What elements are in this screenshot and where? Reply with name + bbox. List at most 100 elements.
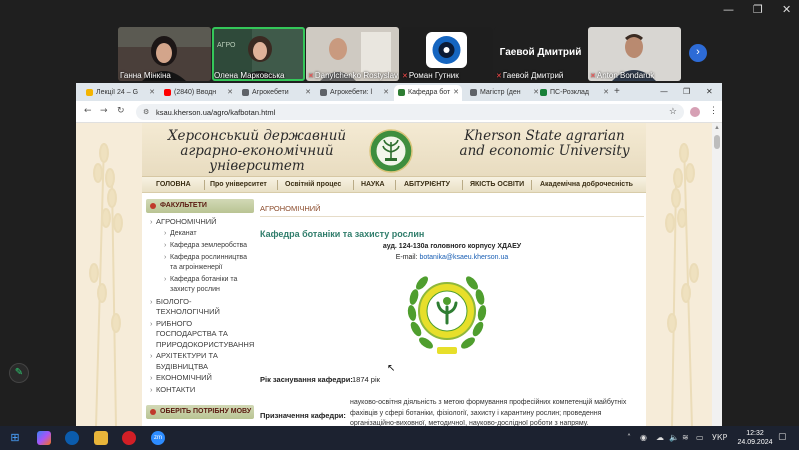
scrollbar-thumb[interactable] [714, 135, 720, 149]
menu-kebab-icon[interactable]: ⋮ [709, 105, 718, 116]
language-indicator[interactable]: УКР [712, 433, 727, 442]
participant-tile[interactable]: ✕Danylchenko Rostyslav [306, 27, 399, 81]
language-section-title[interactable]: ОБЕРІТЬ ПОТРІБНУ МОВУ [146, 405, 254, 419]
close-tab-icon[interactable]: ✕ [383, 88, 389, 96]
faculty-list: АГРОНОМІЧНИЙ Деканат Кафедра землеробств… [146, 213, 254, 400]
scroll-up-icon[interactable]: ▲ [714, 125, 720, 131]
close-button[interactable]: ✕ [782, 4, 791, 16]
nav-item-integrity[interactable]: Академічна доброчесність [540, 181, 633, 188]
reload-icon[interactable]: ↻ [117, 106, 125, 116]
sidebar-subitem-crops[interactable]: Кафедра рослинництва та агроінженерії [146, 253, 254, 273]
tab-favicon-icon [540, 89, 547, 96]
sidebar-item-biotech[interactable]: БІОЛОГО-ТЕХНОЛОГІЧНИЙ [146, 297, 254, 318]
forward-arrow-icon[interactable]: → [100, 106, 108, 116]
site-header: Херсонський державний аграрно-економічни… [142, 123, 646, 177]
page-scrollbar[interactable]: ▲ [712, 123, 722, 427]
page-viewport: Херсонський державний аграрно-економічни… [76, 123, 722, 427]
participant-tile[interactable]: ✕Роман Гутник [400, 27, 493, 81]
participant-tile[interactable]: Ганна Мінкіна [118, 27, 211, 81]
sidebar-item-agronomy[interactable]: АГРОНОМІЧНИЙ [146, 217, 254, 228]
university-seal-logo[interactable] [367, 128, 415, 174]
mic-muted-icon: ✕ [496, 73, 502, 80]
participant-name: ✕Роман Гутник [402, 71, 459, 80]
profile-avatar[interactable] [690, 107, 700, 117]
cloud-icon[interactable]: ☁ [656, 433, 664, 442]
windows-taskbar: ⊞ zm ˄ ◉ ☁ 🔈 ≋ ▭ УКР 12:32 24.09.2024 ▢ [0, 426, 799, 450]
tab-favicon-icon [242, 89, 249, 96]
nav-item-applicant[interactable]: АБІТУРІЄНТУ [404, 181, 450, 188]
sidebar-item-fisheries[interactable]: РИБНОГО ГОСПОДАРСТВА ТА ПРИРОДОКОРИСТУВА… [146, 319, 254, 351]
nav-item-home[interactable]: ГОЛОВНА [156, 181, 191, 188]
close-tab-icon[interactable]: ✕ [603, 88, 609, 96]
wheat-decoration-right [665, 142, 699, 427]
copilot-icon[interactable] [37, 431, 51, 445]
participant-big-name: Гаевой Дмитрий [499, 47, 582, 58]
clock-time: 12:32 [746, 430, 764, 437]
sidebar-item-architecture[interactable]: АРХІТЕКТУРИ ТА БУДІВНИЦТВА [146, 351, 254, 372]
nav-item-science[interactable]: НАУКА [361, 181, 385, 188]
sidebar-subitem-dean[interactable]: Деканат [146, 229, 254, 239]
battery-icon[interactable]: ▭ [696, 433, 704, 442]
minimize-button[interactable]: — [723, 4, 734, 16]
nav-divider [395, 180, 396, 190]
participant-tile[interactable]: Гаевой Дмитрий ✕Гаевой Дмитрий [494, 27, 587, 81]
browser-tab[interactable]: ПС-Розклад ✕ [536, 85, 612, 101]
url-text[interactable]: ksau.kherson.ua/agro/kafbotan.html [156, 108, 275, 117]
sidebar-subitem-botany[interactable]: Кафедра ботаніки та захисту рослин [146, 275, 254, 295]
participant-tile[interactable]: ✕Anton Bondaruk [588, 27, 681, 81]
divider [260, 216, 644, 217]
sidebar-item-economics[interactable]: ЕКОНОМІЧНИЙ [146, 373, 254, 384]
close-tab-icon[interactable]: ✕ [227, 88, 233, 96]
participant-name: Ганна Мінкіна [120, 71, 171, 80]
close-tab-icon[interactable]: ✕ [453, 88, 459, 96]
breadcrumb[interactable]: АГРОНОМІЧНИЙ [260, 204, 321, 213]
file-explorer-icon[interactable] [94, 431, 108, 445]
system-clock[interactable]: 12:32 24.09.2024 [735, 429, 775, 447]
tab-favicon-icon [320, 89, 327, 96]
department-emblem-logo [407, 276, 487, 354]
back-arrow-icon[interactable]: ← [84, 106, 92, 116]
participant-tile-active[interactable]: АГРО Олена Марковська [212, 27, 305, 81]
annotate-pen-icon[interactable]: ✎ [9, 363, 29, 383]
mic-muted-icon: ✕ [308, 73, 314, 80]
close-tab-icon[interactable]: ✕ [305, 88, 311, 96]
browser-tab[interactable]: (2840) Вводн ✕ [160, 85, 236, 101]
nav-item-education[interactable]: Освітній процес [285, 181, 341, 188]
browser-tab-active[interactable]: Кафедра бот ✕ [394, 85, 462, 101]
site-info-icon[interactable]: ⚙ [143, 108, 149, 116]
mic-muted-icon: ✕ [590, 73, 596, 80]
next-participants-button[interactable]: › [689, 44, 707, 62]
nav-item-about[interactable]: Про університет [210, 181, 267, 188]
bookmark-star-icon[interactable]: ☆ [669, 106, 677, 117]
network-icon[interactable]: ◉ [640, 433, 647, 442]
new-tab-button[interactable]: + [614, 86, 620, 97]
zoom-title-bar: — ❐ ✕ [0, 0, 799, 22]
browser-tab[interactable]: Магістр (ден ✕ [466, 85, 542, 101]
page-title: Кафедра ботаніки та захисту рослин [260, 229, 425, 239]
main-content: АГРОНОМІЧНИЙ Кафедра ботаніки та захисту… [260, 199, 644, 427]
close-tab-icon[interactable]: ✕ [149, 88, 155, 96]
url-field[interactable]: ⚙ ksau.kherson.ua/agro/kafbotan.html ☆ [136, 104, 684, 120]
opera-browser-icon[interactable] [122, 431, 136, 445]
maximize-button[interactable]: ❐ [753, 4, 763, 16]
browser-close-button[interactable]: ✕ [706, 87, 713, 96]
tray-overflow-icon[interactable]: ˄ [627, 433, 631, 442]
sidebar-subitem-farming[interactable]: Кафедра землеробства [146, 241, 254, 251]
browser-tab[interactable]: Лекції 24 – G ✕ [82, 85, 158, 101]
wifi-icon[interactable]: ≋ [682, 433, 689, 442]
email-link[interactable]: botanika@ksaeu.kherson.ua [419, 254, 508, 261]
browser-minimize-button[interactable]: — [660, 87, 668, 96]
room-info: ауд. 124-130а головного корпусу ХДАЕУ [382, 243, 522, 250]
notification-icon[interactable]: ▢ [778, 432, 787, 442]
windows-start-icon[interactable]: ⊞ [8, 431, 22, 445]
purpose-text: науково-освітня діяльність з метою форму… [350, 399, 627, 427]
nav-item-quality[interactable]: ЯКІСТЬ ОСВІТИ [470, 181, 524, 188]
svg-text:АГРО: АГРО [217, 42, 236, 49]
browser-tab[interactable]: Агрокебети: l ✕ [316, 85, 392, 101]
sidebar-item-contacts[interactable]: КОНТАКТИ [146, 385, 254, 396]
zoom-app-icon[interactable]: zm [151, 431, 165, 445]
speaker-icon[interactable]: 🔈 [669, 433, 679, 442]
browser-tab[interactable]: Агрокебети ✕ [238, 85, 314, 101]
edge-browser-icon[interactable] [65, 431, 79, 445]
browser-maximize-button[interactable]: ❐ [683, 87, 690, 96]
